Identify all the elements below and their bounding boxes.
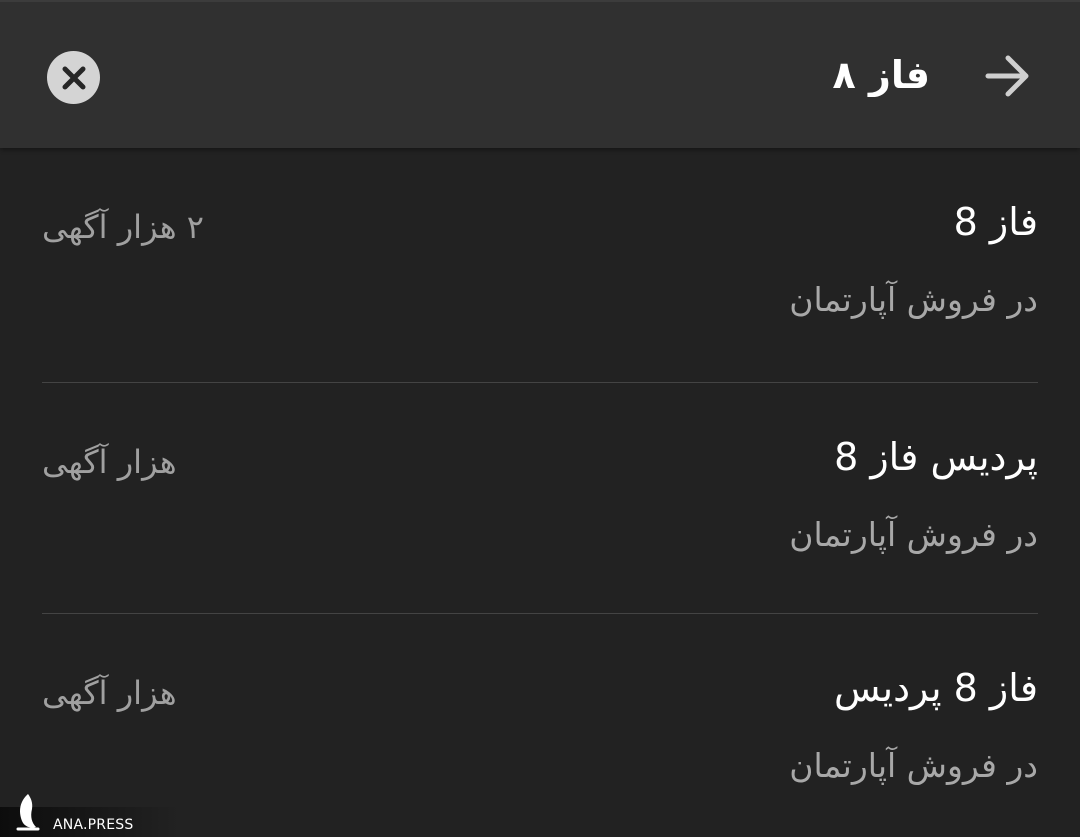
suggestion-item[interactable]: فاز 8 در فروش آپارتمان ۲ هزار آگهی	[42, 148, 1038, 383]
arrow-right-icon	[985, 55, 1029, 97]
search-screen: فاز 8 در فروش آپارتمان ۲ هزار آگهی پردیس…	[0, 0, 1080, 837]
ana-logo-icon	[16, 794, 40, 831]
suggestion-ad-count: ۲ هزار آگهی	[42, 208, 204, 246]
close-icon	[62, 66, 85, 89]
suggestion-title: پردیس فاز 8	[834, 435, 1038, 479]
clear-search-button[interactable]	[47, 51, 100, 104]
back-button[interactable]	[982, 52, 1034, 100]
suggestion-item[interactable]: پردیس فاز 8 در فروش آپارتمان هزار آگهی	[42, 383, 1038, 614]
suggestion-ad-count: هزار آگهی	[42, 443, 177, 481]
suggestion-category: در فروش آپارتمان	[789, 746, 1038, 785]
search-header	[0, 0, 1080, 148]
watermark-text: ANA.PRESS	[53, 817, 134, 833]
suggestion-title: فاز 8 پردیس	[834, 666, 1038, 710]
suggestion-title: فاز 8	[953, 200, 1038, 244]
suggestion-ad-count: هزار آگهی	[42, 674, 177, 712]
suggestion-category: در فروش آپارتمان	[789, 280, 1038, 319]
watermark: ANA.PRESS	[0, 794, 180, 837]
suggestion-item[interactable]: فاز 8 پردیس در فروش آپارتمان هزار آگهی	[42, 614, 1038, 837]
suggestion-category: در فروش آپارتمان	[789, 515, 1038, 554]
search-input[interactable]	[430, 40, 930, 110]
suggestion-list: فاز 8 در فروش آپارتمان ۲ هزار آگهی پردیس…	[42, 148, 1038, 837]
